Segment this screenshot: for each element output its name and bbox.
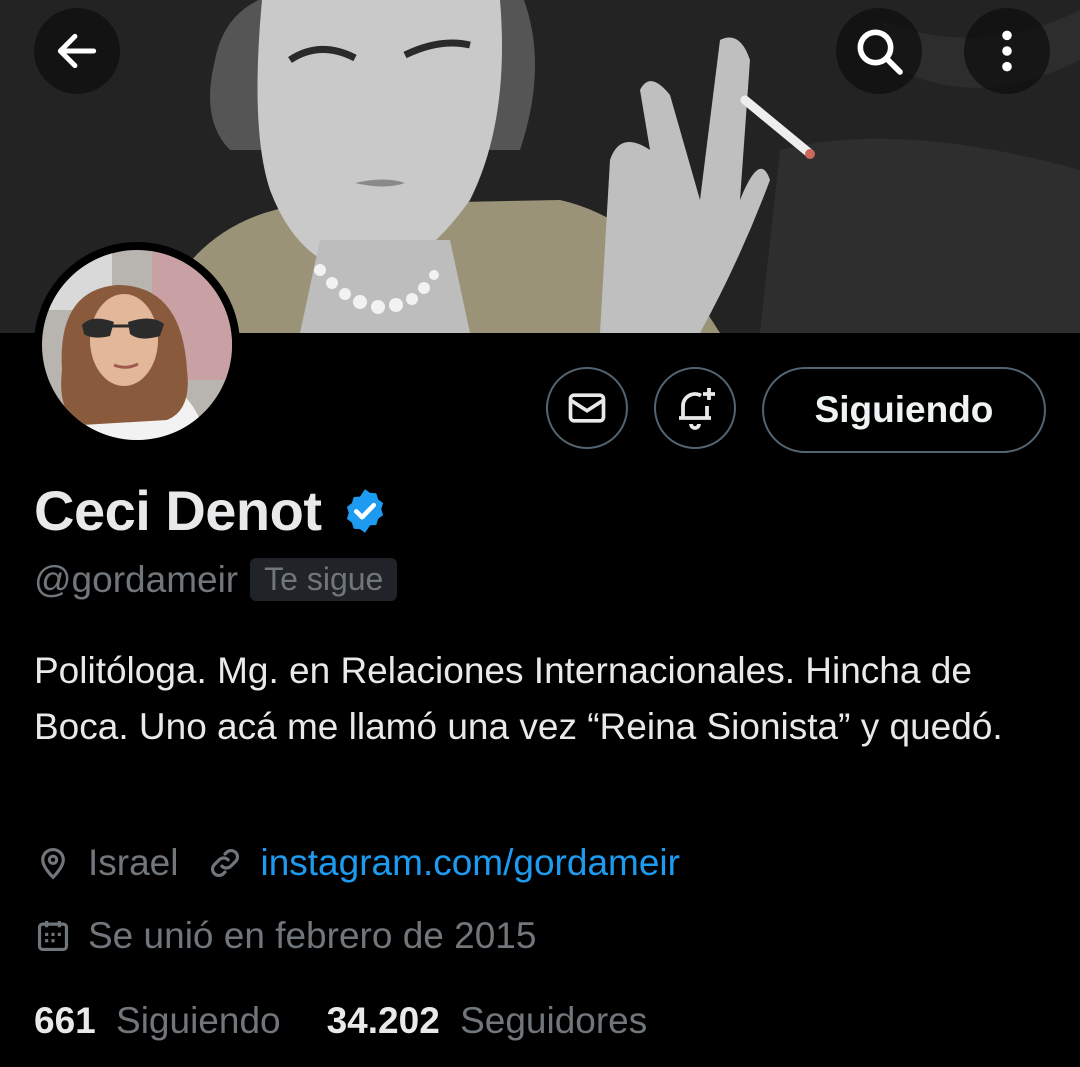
more-options-button[interactable] [964, 8, 1050, 94]
avatar-image [42, 250, 232, 440]
username-handle: @gordameir [34, 558, 239, 600]
profile-meta-row: Israel instagram.com/gordameir [34, 842, 680, 884]
follows-you-badge: Te sigue [250, 558, 398, 601]
calendar-icon [37, 920, 69, 952]
bell-plus-icon [679, 388, 715, 430]
more-vertical-icon [1002, 30, 1012, 72]
location-pin-icon [41, 848, 65, 880]
avatar[interactable] [34, 242, 240, 448]
display-name: Ceci Denot [34, 479, 322, 542]
search-icon [857, 29, 903, 75]
profile-bio: Politóloga. Mg. en Relaciones Internacio… [34, 650, 1003, 747]
following-count-link[interactable]: 661 Siguiendo [34, 1000, 281, 1042]
website-link[interactable]: instagram.com/gordameir [260, 842, 679, 884]
verified-badge-icon[interactable] [340, 486, 390, 536]
message-button[interactable] [546, 367, 628, 449]
location-text: Israel [88, 842, 179, 883]
follow-counts: 661 Siguiendo 34.202 Seguidores [34, 1000, 647, 1042]
link-icon [211, 849, 240, 877]
followers-count: 34.202 [326, 1000, 440, 1041]
arrow-left-icon [57, 33, 97, 69]
following-count: 661 [34, 1000, 96, 1041]
notifications-button[interactable] [654, 367, 736, 449]
followers-count-link[interactable]: 34.202 Seguidores [327, 1000, 648, 1042]
search-button[interactable] [836, 8, 922, 94]
join-date-row: Se unió en febrero de 2015 [34, 915, 536, 957]
following-label: Siguiendo [116, 1000, 281, 1041]
following-button[interactable]: Siguiendo [762, 367, 1046, 453]
back-button[interactable] [34, 8, 120, 94]
followers-label: Seguidores [460, 1000, 648, 1041]
join-date-text: Se unió en febrero de 2015 [88, 915, 537, 956]
envelope-icon [568, 393, 606, 423]
